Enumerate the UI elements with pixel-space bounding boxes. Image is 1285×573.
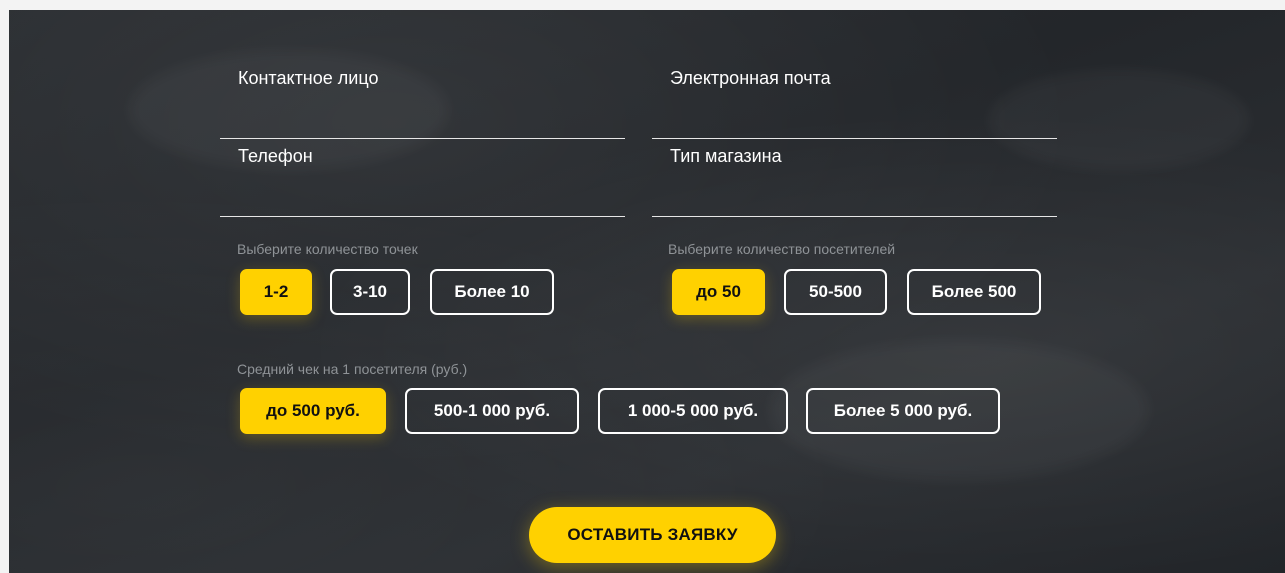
avg-check-option-more-5000[interactable]: Более 5 000 руб. [806,388,1000,434]
visitors-option-up-to-50[interactable]: до 50 [672,269,765,315]
visitors-option-50-500[interactable]: 50-500 [784,269,887,315]
visitors-option-more-500[interactable]: Более 500 [907,269,1041,315]
avg-check-option-500-1000[interactable]: 500-1 000 руб. [405,388,579,434]
email-input[interactable] [668,62,1057,94]
points-option-3-10[interactable]: 3-10 [330,269,410,315]
points-label: Выберите количество точек [237,241,418,257]
avg-check-option-up-to-500[interactable]: до 500 руб. [240,388,386,434]
points-option-more-10[interactable]: Более 10 [430,269,554,315]
visitors-label: Выберите количество посетителей [668,241,896,257]
contact-name-field[interactable] [220,60,625,139]
email-field[interactable] [652,60,1057,139]
submit-request-button[interactable]: ОСТАВИТЬ ЗАЯВКУ [529,507,776,563]
avg-check-label: Средний чек на 1 посетителя (руб.) [237,361,468,377]
shop-type-field[interactable] [652,138,1057,217]
shop-type-input[interactable] [668,140,1057,172]
contact-name-input[interactable] [236,62,625,94]
form-background [9,10,1285,573]
phone-input[interactable] [236,140,625,172]
phone-field[interactable] [220,138,625,217]
points-option-1-2[interactable]: 1-2 [240,269,312,315]
avg-check-option-1000-5000[interactable]: 1 000-5 000 руб. [598,388,788,434]
